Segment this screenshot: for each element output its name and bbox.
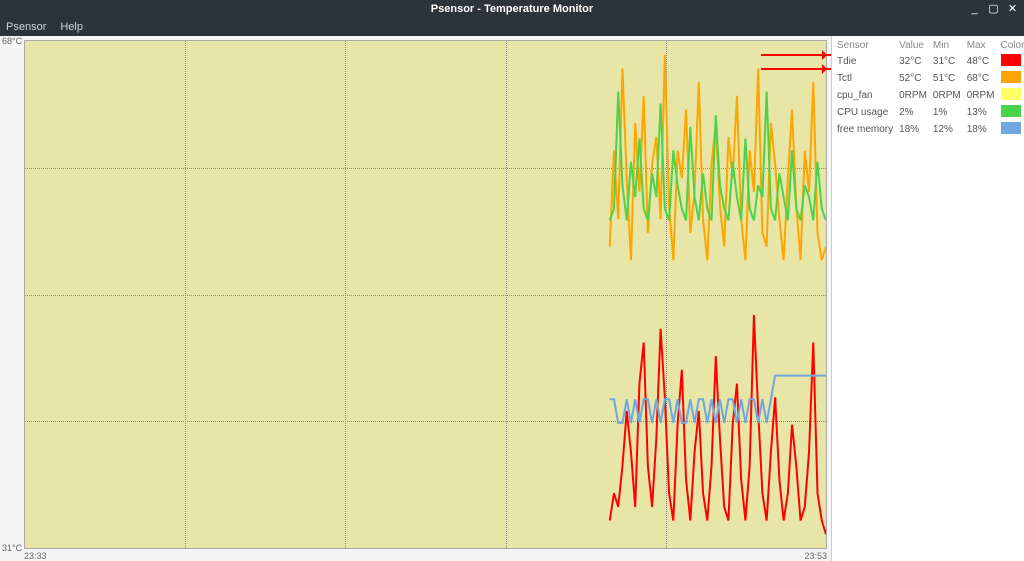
annotation-arrow [761,54,831,56]
col-max[interactable]: Max [964,38,998,53]
table-row[interactable]: Tctl52°C51°C68°C [834,70,1024,87]
col-min[interactable]: Min [930,38,964,53]
window-title: Psensor - Temperature Monitor [431,3,593,15]
plot-svg [25,41,826,548]
menubar: Psensor Help [0,18,1024,36]
titlebar: Psensor - Temperature Monitor _ ▢ ✕ [0,0,1024,18]
sensor-color [998,104,1024,121]
sensor-max: 48°C [964,53,998,70]
sensor-value: 32°C [896,53,930,70]
maximize-icon[interactable]: ▢ [988,4,999,15]
chart-area: 68°C 31°C 23:33 23:53 [0,36,831,561]
table-row[interactable]: CPU usage2%1%13% [834,104,1024,121]
sensor-table: Sensor Value Min Max Color Graph Tdie32°… [834,38,1024,138]
col-value[interactable]: Value [896,38,930,53]
series-Tdie [610,315,826,534]
window-controls: _ ▢ ✕ [969,0,1018,18]
col-sensor[interactable]: Sensor [834,38,896,53]
sensor-max: 68°C [964,70,998,87]
sensor-min: 51°C [930,70,964,87]
sensor-color [998,121,1024,138]
sensor-max: 13% [964,104,998,121]
sensor-name: CPU usage [834,104,896,121]
x-axis-max: 23:53 [804,551,827,561]
sensor-name: cpu_fan [834,87,896,104]
sensor-value: 18% [896,121,930,138]
close-icon[interactable]: ✕ [1007,4,1018,15]
sensor-min: 31°C [930,53,964,70]
sensor-max: 0RPM [964,87,998,104]
main-content: 68°C 31°C 23:33 23:53 Sensor Value [0,36,1024,561]
sensor-min: 1% [930,104,964,121]
menu-psensor[interactable]: Psensor [6,21,46,33]
sensor-value: 52°C [896,70,930,87]
sensor-panel: Sensor Value Min Max Color Graph Tdie32°… [831,36,1024,561]
table-row[interactable]: Tdie32°C31°C48°C [834,53,1024,70]
y-axis-min: 31°C [2,543,22,553]
sensor-max: 18% [964,121,998,138]
plot [24,40,827,549]
sensor-color [998,87,1024,104]
sensor-value: 2% [896,104,930,121]
sensor-color [998,53,1024,70]
annotation-arrow [761,68,831,70]
menu-help[interactable]: Help [60,21,83,33]
table-row[interactable]: cpu_fan0RPM0RPM0RPM [834,87,1024,104]
table-row[interactable]: free memory18%12%18% [834,121,1024,138]
table-header-row: Sensor Value Min Max Color Graph [834,38,1024,53]
y-axis-max: 68°C [2,36,22,46]
sensor-min: 12% [930,121,964,138]
minimize-icon[interactable]: _ [969,4,980,15]
sensor-min: 0RPM [930,87,964,104]
col-color[interactable]: Color [998,38,1024,53]
sensor-name: free memory [834,121,896,138]
x-axis-min: 23:33 [24,551,47,561]
sensor-name: Tdie [834,53,896,70]
sensor-color [998,70,1024,87]
sensor-value: 0RPM [896,87,930,104]
sensor-name: Tctl [834,70,896,87]
